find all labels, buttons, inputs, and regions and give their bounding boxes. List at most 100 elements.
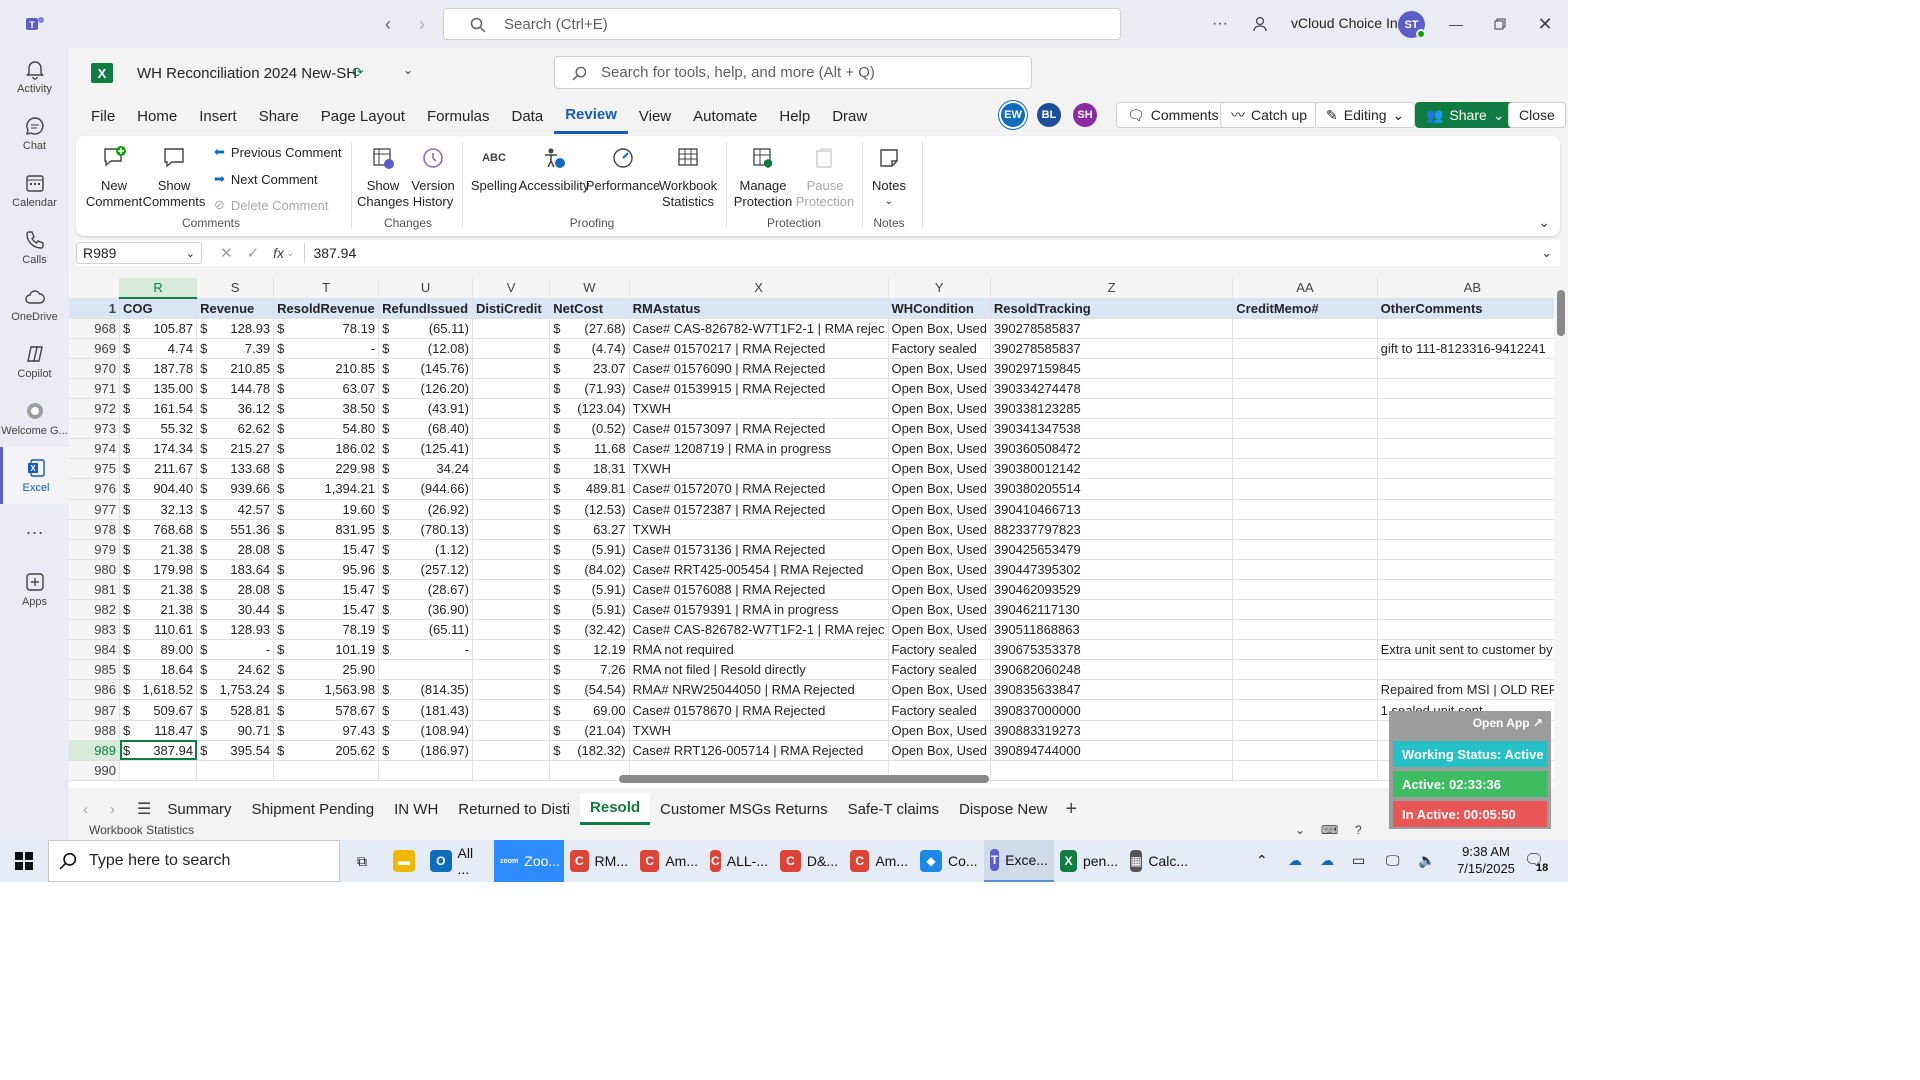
column-title-cell[interactable]: RefundIssued bbox=[378, 298, 473, 319]
disti-credit-cell[interactable] bbox=[472, 619, 551, 641]
row-number[interactable]: 981 bbox=[69, 579, 120, 601]
resold-tracking-cell[interactable]: 390682060248 bbox=[990, 659, 1234, 681]
wh-condition-cell[interactable]: Open Box, Used bbox=[888, 378, 991, 400]
disti-credit-cell[interactable] bbox=[472, 338, 551, 359]
currency-cell[interactable]: $551.36 bbox=[196, 519, 275, 540]
column-header[interactable]: S bbox=[196, 278, 275, 299]
select-all-corner[interactable] bbox=[69, 278, 120, 299]
disti-credit-cell[interactable] bbox=[472, 659, 551, 681]
collaborator-avatar[interactable]: SH bbox=[1073, 103, 1097, 127]
row-number[interactable]: 970 bbox=[69, 358, 120, 379]
currency-cell[interactable]: $25.90 bbox=[273, 659, 380, 681]
wh-condition-cell[interactable]: Open Box, Used bbox=[888, 438, 991, 460]
taskbar-app[interactable]: C Am... bbox=[844, 840, 914, 882]
other-comments-cell[interactable] bbox=[1377, 418, 1569, 440]
currency-cell[interactable]: $ (5.91) bbox=[549, 579, 630, 601]
currency-cell[interactable]: $128.93 bbox=[196, 318, 275, 339]
currency-cell[interactable]: $12.19 bbox=[549, 639, 630, 661]
disti-credit-cell[interactable] bbox=[472, 579, 551, 601]
row-number[interactable]: 983 bbox=[69, 619, 120, 641]
taskbar-app[interactable]: C RM... bbox=[564, 840, 634, 882]
menu-view[interactable]: View bbox=[628, 98, 682, 134]
other-comments-cell[interactable]: Repaired from MSI | OLD REF# bbox=[1377, 679, 1569, 701]
row-number[interactable]: 977 bbox=[69, 499, 120, 520]
taskbar-app[interactable]: Xpen... bbox=[1054, 840, 1124, 882]
next-comment-button[interactable]: ➡ Next Comment bbox=[214, 171, 318, 187]
rma-status-cell[interactable]: Case# 01539915 | RMA Rejected bbox=[629, 378, 889, 400]
rma-status-cell[interactable]: TXWH bbox=[629, 398, 889, 420]
manage-protection-button[interactable]: Manage Protection bbox=[732, 144, 794, 210]
currency-cell[interactable]: $ (28.67) bbox=[378, 579, 473, 601]
disti-credit-cell[interactable] bbox=[472, 539, 551, 560]
currency-cell[interactable]: $211.67 bbox=[119, 458, 198, 480]
cancel-formula-icon[interactable]: ✕ bbox=[220, 244, 233, 262]
credit-memo-cell[interactable] bbox=[1232, 740, 1378, 761]
other-comments-cell[interactable] bbox=[1377, 438, 1569, 460]
spelling-button[interactable]: ABC Spelling bbox=[468, 144, 520, 194]
taskbar-app[interactable]: C ALL-... bbox=[704, 840, 774, 882]
credit-memo-cell[interactable] bbox=[1232, 599, 1378, 621]
currency-cell[interactable]: $ (12.08) bbox=[378, 338, 473, 359]
column-title-cell[interactable]: RMAstatus bbox=[629, 298, 889, 319]
wh-condition-cell[interactable]: Factory sealed bbox=[888, 699, 991, 721]
onedrive-tray-icon[interactable]: ☁ bbox=[1288, 852, 1302, 869]
resold-tracking-cell[interactable]: 390410466713 bbox=[990, 499, 1234, 520]
column-header[interactable]: X bbox=[629, 278, 889, 299]
wh-condition-cell[interactable]: Factory sealed bbox=[888, 659, 991, 681]
taskbar-app[interactable]: ◆ Co... bbox=[914, 840, 984, 882]
show-comments-button[interactable]: Show Comments bbox=[142, 144, 206, 210]
currency-cell[interactable]: $ - bbox=[273, 338, 380, 359]
version-history-button[interactable]: Version History bbox=[408, 144, 458, 210]
rail-item-welcome[interactable]: Welcome G... bbox=[0, 390, 69, 447]
menu-insert[interactable]: Insert bbox=[188, 98, 248, 134]
taskbar-app[interactable]: C Am... bbox=[634, 840, 704, 882]
wh-condition-cell[interactable]: Open Box, Used bbox=[888, 720, 991, 741]
status-collapse-chevron-icon[interactable]: ⌄ bbox=[1295, 823, 1305, 837]
vertical-scroll-thumb[interactable] bbox=[1557, 290, 1565, 336]
rma-status-cell[interactable]: TXWH bbox=[629, 720, 889, 741]
row-number[interactable]: 973 bbox=[69, 418, 120, 440]
wh-condition-cell[interactable]: Open Box, Used bbox=[888, 599, 991, 621]
currency-cell[interactable]: $509.67 bbox=[119, 699, 198, 721]
currency-cell[interactable]: $62.62 bbox=[196, 418, 275, 440]
currency-cell[interactable]: $28.08 bbox=[196, 579, 275, 601]
other-comments-cell[interactable] bbox=[1377, 318, 1569, 339]
currency-cell[interactable]: $1,618.52 bbox=[119, 679, 198, 701]
menu-file[interactable]: File bbox=[80, 98, 126, 134]
resold-tracking-cell[interactable]: 390835633847 bbox=[990, 679, 1234, 701]
currency-cell[interactable]: $54.80 bbox=[273, 418, 380, 440]
disti-credit-cell[interactable] bbox=[472, 519, 551, 540]
menu-page-layout[interactable]: Page Layout bbox=[310, 98, 416, 134]
currency-cell[interactable]: $1,753.24 bbox=[196, 679, 275, 701]
credit-memo-cell[interactable] bbox=[1232, 539, 1378, 560]
close-window-icon[interactable]: ✕ bbox=[1533, 12, 1557, 36]
vertical-scrollbar[interactable] bbox=[1554, 278, 1568, 788]
currency-cell[interactable]: $205.62 bbox=[273, 740, 380, 761]
tools-search-input[interactable]: Search for tools, help, and more (Alt + … bbox=[554, 56, 1032, 89]
currency-cell[interactable]: $21.38 bbox=[119, 539, 198, 560]
rail-item-excel[interactable]: X Excel bbox=[0, 447, 69, 504]
wh-condition-cell[interactable]: Open Box, Used bbox=[888, 539, 991, 560]
currency-cell[interactable]: $489.81 bbox=[549, 478, 630, 500]
currency-cell[interactable]: $210.85 bbox=[273, 358, 380, 379]
row-number[interactable]: 975 bbox=[69, 458, 120, 480]
resold-tracking-cell[interactable]: 390360508472 bbox=[990, 438, 1234, 460]
currency-cell[interactable]: $ (186.97) bbox=[378, 740, 473, 761]
currency-cell[interactable] bbox=[378, 760, 473, 781]
rma-status-cell[interactable]: Case# 1208719 | RMA in progress bbox=[629, 438, 889, 460]
currency-cell[interactable]: $ (27.68) bbox=[549, 318, 630, 339]
currency-cell[interactable]: $101.19 bbox=[273, 639, 380, 661]
wh-condition-cell[interactable]: Open Box, Used bbox=[888, 499, 991, 520]
other-comments-cell[interactable] bbox=[1377, 458, 1569, 480]
column-title-cell[interactable]: WHCondition bbox=[888, 298, 991, 319]
pause-protection-button[interactable]: Pause Protection bbox=[794, 144, 856, 210]
currency-cell[interactable]: $11.68 bbox=[549, 438, 630, 460]
taskbar-app[interactable]: zoom Zoo... bbox=[494, 840, 564, 882]
column-header[interactable]: AB bbox=[1377, 278, 1569, 299]
other-comments-cell[interactable]: gift to 111-8123316-9412241 bbox=[1377, 338, 1569, 359]
disti-credit-cell[interactable] bbox=[472, 760, 551, 781]
currency-cell[interactable]: $ (54.54) bbox=[549, 679, 630, 701]
wh-condition-cell[interactable]: Open Box, Used bbox=[888, 579, 991, 601]
taskbar-app[interactable]: ▦ Calc... bbox=[1124, 840, 1194, 882]
catchup-button[interactable]: 〰 Catch up bbox=[1220, 102, 1319, 128]
